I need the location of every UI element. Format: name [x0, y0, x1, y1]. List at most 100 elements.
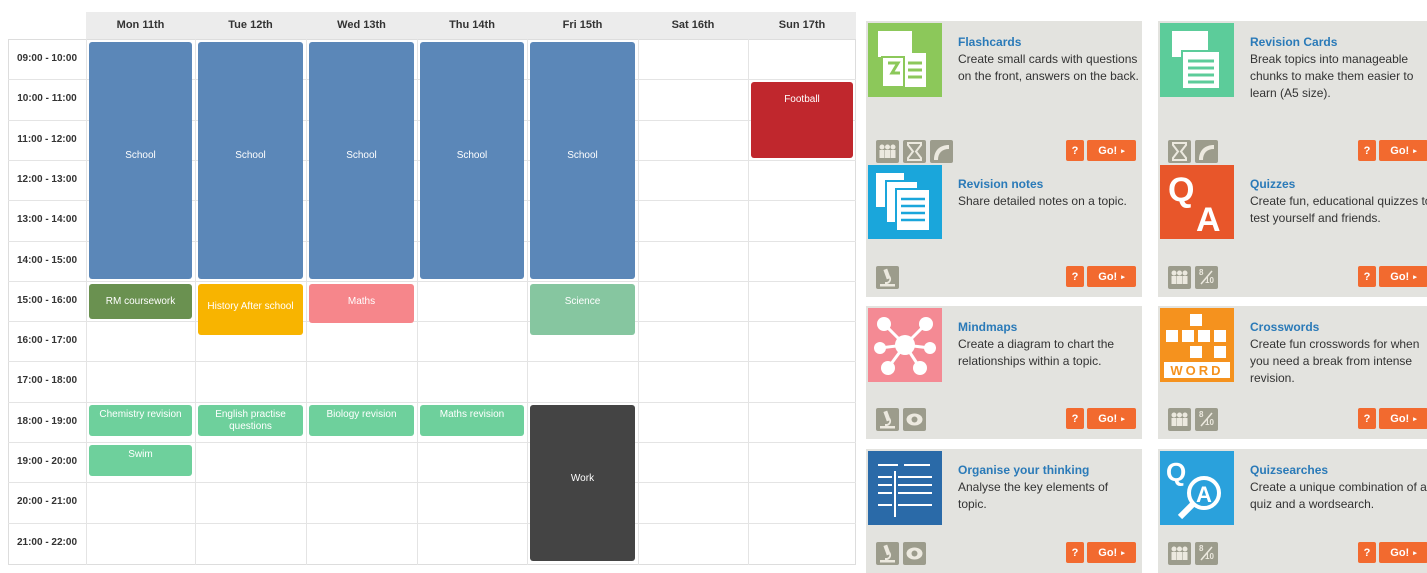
card-title[interactable]: Quizzes: [1250, 177, 1295, 191]
event-school[interactable]: School: [420, 42, 524, 279]
help-button[interactable]: ?: [1358, 266, 1376, 287]
quiz-art[interactable]: QA: [1160, 165, 1234, 239]
help-button[interactable]: ?: [1358, 408, 1376, 429]
flashcards-art[interactable]: [868, 23, 942, 97]
card-mindmaps: Mindmaps Create a diagram to chart the re…: [866, 306, 1142, 439]
card-feature-icons: [876, 542, 926, 565]
card-description: Analyse the key elements of topic.: [958, 480, 1109, 511]
quizsearch-art[interactable]: QA: [1160, 451, 1234, 525]
time-label: 10:00 - 11:00: [17, 93, 77, 105]
card-feature-icons: 8 10: [1168, 408, 1218, 431]
card-flashcards: Flashcards Create small cards with questi…: [866, 21, 1142, 171]
card-actions: ? Go! ▸: [1358, 408, 1427, 429]
card-description: Create small cards with questions on the…: [958, 52, 1139, 83]
go-button[interactable]: Go! ▸: [1087, 408, 1136, 429]
time-label: 14:00 - 15:00: [16, 254, 78, 266]
svg-text:A: A: [1196, 482, 1212, 507]
time-label: 13:00 - 14:00: [16, 214, 78, 226]
event-work[interactable]: Work: [530, 404, 635, 561]
column-divider: [748, 39, 749, 565]
organise-art[interactable]: [868, 451, 942, 525]
card-title[interactable]: Mindmaps: [958, 320, 1017, 334]
help-button[interactable]: ?: [1358, 140, 1376, 161]
card-actions: ? Go! ▸: [1358, 542, 1427, 563]
event-science[interactable]: Science: [530, 283, 635, 336]
event-school[interactable]: School: [198, 42, 303, 279]
card-organise-your-thinking: Organise your thinking Analyse the key el…: [866, 449, 1142, 573]
revision-cards-art[interactable]: [1160, 23, 1234, 97]
play-arrow-icon: ▸: [1413, 147, 1417, 155]
event-maths-revision[interactable]: Maths revision: [420, 404, 524, 436]
event-biology-revision[interactable]: Biology revision: [309, 404, 414, 436]
time-label: 16:00 - 17:00: [16, 335, 78, 347]
event-history-after-school[interactable]: History After school: [198, 283, 303, 336]
card-revision-notes: Revision notes Share detailed notes on a …: [866, 163, 1142, 297]
help-button[interactable]: ?: [1066, 140, 1084, 161]
card-title[interactable]: Revision notes: [958, 177, 1043, 191]
day-header-0: Mon 11th: [116, 19, 165, 31]
go-button[interactable]: Go! ▸: [1379, 140, 1427, 161]
card-title[interactable]: Flashcards: [958, 35, 1021, 49]
help-button[interactable]: ?: [1066, 542, 1084, 563]
card-title[interactable]: Revision Cards: [1250, 35, 1337, 49]
card-description: Create fun, educational quizzes to test …: [1250, 194, 1427, 225]
microscope-icon: [876, 408, 899, 431]
event-english-practise-questions[interactable]: English practise questions: [198, 404, 303, 436]
hourglass-icon: [1168, 140, 1191, 163]
time-label: 18:00 - 19:00: [16, 415, 78, 427]
row-divider: [8, 442, 856, 443]
curve-icon: [930, 140, 953, 163]
row-divider: [8, 401, 856, 403]
column-divider: [86, 39, 87, 565]
play-arrow-icon: ▸: [1413, 273, 1417, 281]
card-title[interactable]: Quizsearches: [1250, 463, 1328, 477]
go-button[interactable]: Go! ▸: [1379, 542, 1427, 563]
timetable-header: Mon 11th Tue 12th Wed 13th Thu 14th Fri 15th…: [86, 12, 856, 39]
group-icon: [876, 140, 899, 163]
card-title[interactable]: Organise your thinking: [958, 463, 1089, 477]
column-divider: [306, 39, 307, 565]
day-header-5: Sat 16th: [671, 19, 715, 31]
card-feature-icons: 8 10: [1168, 266, 1218, 289]
row-divider: [8, 361, 856, 363]
go-button[interactable]: Go! ▸: [1087, 266, 1136, 287]
help-button[interactable]: ?: [1066, 408, 1084, 429]
revision-notes-art[interactable]: [868, 165, 942, 239]
go-label: Go!: [1390, 144, 1410, 157]
play-arrow-icon: ▸: [1121, 147, 1125, 155]
svg-text:Q: Q: [1166, 457, 1186, 487]
go-button[interactable]: Go! ▸: [1379, 408, 1427, 429]
event-rm-coursework[interactable]: RM coursework: [89, 283, 192, 320]
score-icon: 8 10: [1195, 266, 1218, 289]
card-title[interactable]: Crosswords: [1250, 320, 1319, 334]
time-label: 19:00 - 20:00: [16, 456, 78, 467]
go-button[interactable]: Go! ▸: [1379, 266, 1427, 287]
mindmap-art[interactable]: [868, 308, 942, 382]
microscope-icon: [876, 542, 899, 565]
event-school[interactable]: School: [309, 42, 414, 279]
event-swim[interactable]: Swim: [89, 445, 192, 477]
event-school[interactable]: School: [89, 42, 192, 279]
row-divider: [8, 280, 856, 282]
play-arrow-icon: ▸: [1413, 549, 1417, 557]
go-button[interactable]: Go! ▸: [1087, 542, 1136, 563]
card-actions: ? Go! ▸: [1066, 266, 1136, 287]
event-school[interactable]: School: [530, 42, 635, 279]
time-label: 15:00 - 16:00: [16, 294, 78, 306]
event-football[interactable]: Football: [751, 82, 853, 158]
help-button[interactable]: ?: [1358, 542, 1376, 563]
row-divider: [8, 522, 856, 524]
crossword-art[interactable]: WORD: [1160, 308, 1234, 382]
event-chemistry-revision[interactable]: Chemistry revision: [89, 404, 192, 436]
go-button[interactable]: Go! ▸: [1087, 140, 1136, 161]
eye-icon: [903, 542, 926, 565]
play-arrow-icon: ▸: [1121, 549, 1125, 557]
column-divider: [638, 39, 639, 565]
play-arrow-icon: ▸: [1413, 415, 1417, 423]
event-maths[interactable]: Maths: [309, 283, 414, 324]
go-label: Go!: [1390, 270, 1410, 283]
card-description: Create fun crosswords for when you need …: [1250, 337, 1420, 385]
help-button[interactable]: ?: [1066, 266, 1084, 287]
svg-text:A: A: [1196, 201, 1221, 239]
time-label: 09:00 - 10:00: [16, 53, 78, 64]
